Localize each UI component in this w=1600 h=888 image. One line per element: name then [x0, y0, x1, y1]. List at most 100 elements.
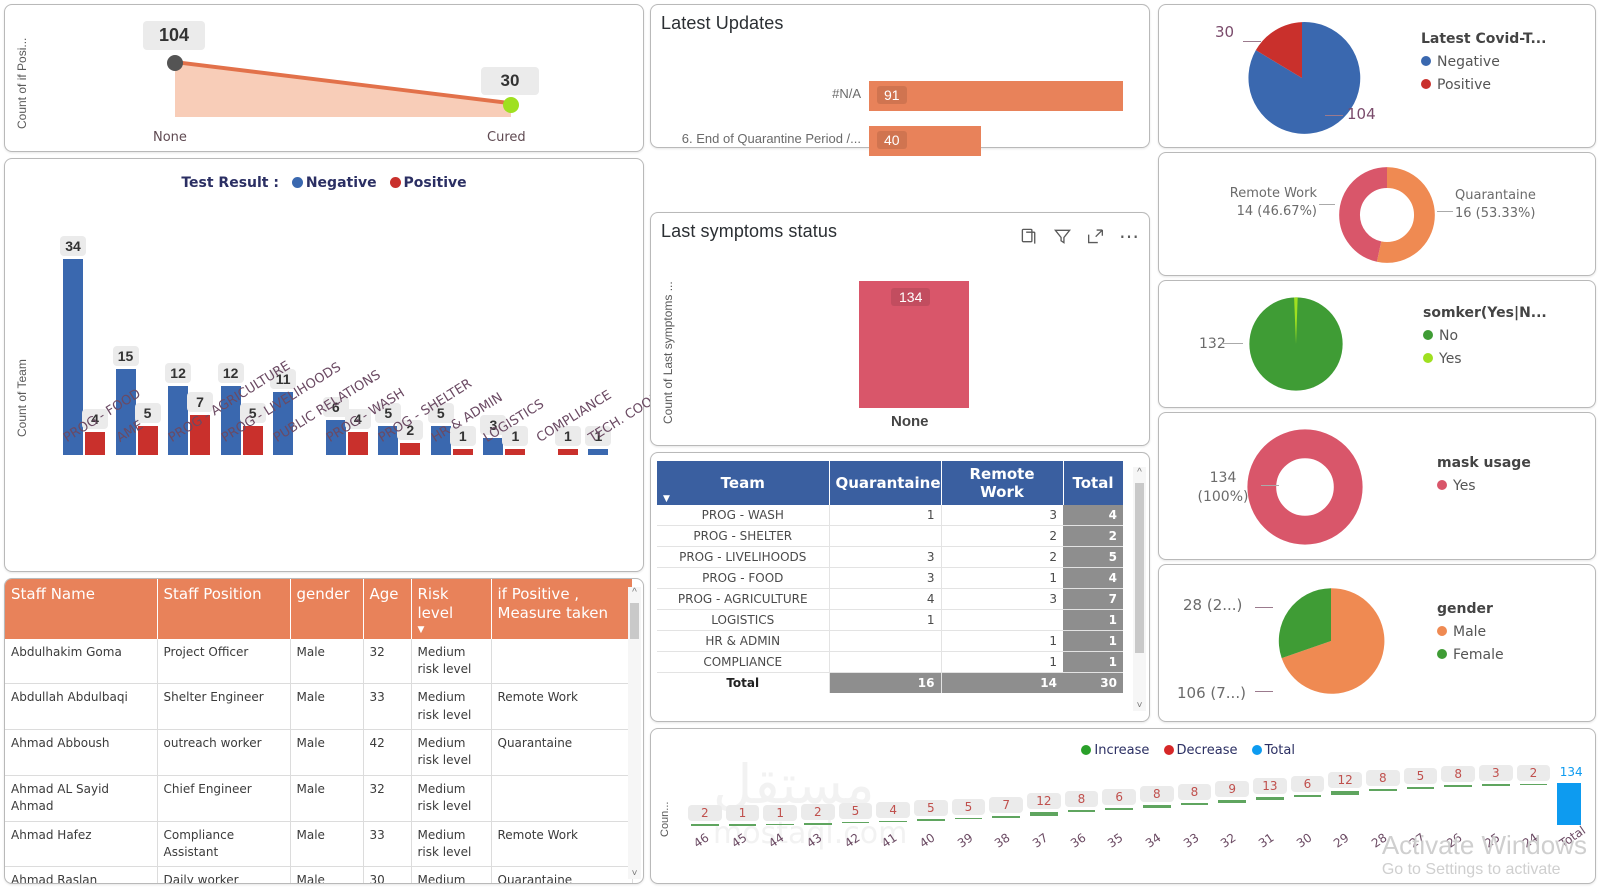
staff-table-body[interactable]: Abdulhakim Goma Project Officer Male 32 Medi… [5, 638, 633, 883]
last-symptoms-card[interactable]: Last symptoms status ⋯ Count of Last sym… [650, 212, 1150, 446]
table-row[interactable]: Abdullah Abdulbaqi Shelter Engineer Male 33… [5, 683, 633, 731]
team-measure-matrix-card[interactable]: Team ▼ Quarantaine Remote Work Total PROG - … [650, 452, 1150, 722]
latest-updates-bar-0[interactable]: 91 [869, 81, 1123, 111]
table-row[interactable]: Ahmad RaslanDaily workerMale30Medium ris… [5, 866, 633, 883]
team-measure-matrix[interactable]: Team ▼ Quarantaine Remote Work Total PROG - … [657, 461, 1124, 693]
legend-item-mask-yes[interactable]: Yes [1437, 478, 1531, 494]
legend-item-male[interactable]: Male [1437, 624, 1504, 640]
waterfall-increase-bar[interactable] [1180, 803, 1209, 806]
waterfall-increase-bar[interactable] [728, 824, 757, 826]
waterfall-increase-bar[interactable] [1482, 784, 1510, 786]
matrix-scroll-up-arrow-icon[interactable]: ^ [1135, 467, 1144, 478]
staff-table[interactable]: Staff Name Staff Position gender Age Risk le… [5, 579, 633, 883]
gender-pie-chart[interactable] [1271, 581, 1391, 701]
table-row[interactable]: COMPLIANCE 1 1 [657, 651, 1123, 673]
table-row[interactable]: PROG - FOOD 3 1 4 [657, 567, 1123, 589]
waterfall-increase-bar[interactable] [1369, 788, 1397, 792]
waterfall-increase-bar[interactable] [841, 821, 870, 824]
table-row[interactable]: PROG - SHELTER 2 2 [657, 525, 1123, 547]
waterfall-increase-bar[interactable] [1519, 783, 1548, 786]
mask-usage-donut-card[interactable]: 134 (100%) mask usage Yes [1158, 412, 1596, 560]
covid-test-pie-chart[interactable] [1237, 13, 1367, 143]
daily-waterfall-card[interactable]: Increase Decrease Total Coun... مستقل mo… [650, 728, 1596, 884]
matrix-column-header[interactable]: Team ▼ [657, 461, 830, 505]
last-symptoms-bar[interactable]: 134 [859, 281, 969, 408]
table-row[interactable]: Ahmad Hafez Compliance Assistant Male 33 Med… [5, 821, 633, 868]
mask-usage-donut-chart[interactable] [1245, 427, 1365, 547]
waterfall-increase-bar[interactable] [1406, 787, 1435, 789]
staff-table-column-header[interactable]: gender [290, 579, 364, 639]
matrix-column-header[interactable]: Remote Work [941, 461, 1064, 505]
staff-table-card[interactable]: Staff Name Staff Position gender Age Risk le… [4, 578, 644, 884]
staff-table-column-header[interactable]: if Positive , Measure taken [491, 579, 633, 639]
team-test-result-column-card[interactable]: Test Result : Negative Positive Count of… [4, 158, 676, 572]
legend-item-yes[interactable]: Yes [1423, 351, 1547, 367]
waterfall-increase-bar[interactable] [1218, 800, 1246, 804]
staff-table-column-header[interactable]: Risk level ▼ [411, 579, 492, 639]
filter-icon[interactable] [1053, 227, 1072, 246]
waterfall-increase-bar[interactable] [1030, 811, 1058, 816]
copy-icon[interactable] [1020, 227, 1039, 246]
waterfall-increase-bar[interactable] [917, 819, 945, 821]
staff-table-column-header[interactable]: Staff Position [157, 579, 291, 639]
matrix-scrollbar-thumb[interactable] [1135, 483, 1144, 653]
matrix-body[interactable]: PROG - WASH 1 3 4 PROG - SHELTER 2 2 PROG - LIV… [657, 505, 1123, 693]
legend-item-negative[interactable]: Negative [1421, 54, 1546, 70]
table-row[interactable]: HR & ADMIN 1 1 [657, 630, 1123, 652]
scrollbar-thumb[interactable] [630, 603, 639, 639]
matrix-column-header[interactable]: Total [1063, 461, 1124, 505]
matrix-column-header[interactable]: Quarantaine [829, 461, 942, 505]
latest-updates-card[interactable]: Latest Updates #N/A 91 6. End of Quarant… [650, 4, 1150, 156]
waterfall-increase-bar[interactable] [1067, 809, 1096, 812]
smoker-pie-chart[interactable] [1243, 291, 1349, 397]
waterfall-increase-bar[interactable] [766, 823, 794, 826]
legend-item-no[interactable]: No [1423, 328, 1547, 344]
scroll-down-arrow-icon[interactable]: ˅ [630, 868, 639, 879]
waterfall-total-bar[interactable] [1557, 783, 1582, 825]
latest-updates-row-1[interactable]: 6. End of Quarantine Period /... 40 [651, 126, 1149, 156]
legend-item-positive[interactable]: Positive [1421, 77, 1546, 93]
waterfall-increase-bar[interactable] [1256, 796, 1284, 801]
matrix-cell: 1 [1063, 630, 1123, 652]
covid-test-pie-card[interactable]: 30 104 Latest Covid-T... Negative Positi… [1158, 4, 1596, 148]
table-row[interactable]: PROG - AGRICULTURE 4 3 7 [657, 588, 1123, 610]
staff-table-column-header[interactable]: Age [363, 579, 412, 639]
table-row[interactable]: LOGISTICS 1 1 [657, 609, 1123, 631]
more-options-icon[interactable]: ⋯ [1119, 227, 1139, 247]
table-row[interactable]: Ahmad AL Sayid Ahmad Chief Engineer Male 32… [5, 775, 633, 822]
waterfall-increase-bar[interactable] [1444, 785, 1472, 788]
matrix-header-row[interactable]: Team ▼ Quarantaine Remote Work Total [657, 461, 1124, 505]
focus-mode-icon[interactable] [1086, 227, 1105, 246]
staff-table-column-header[interactable]: Staff Name [5, 579, 158, 639]
staff-table-cell: 42 [363, 729, 412, 776]
waterfall-increase-bar[interactable] [804, 823, 832, 825]
legend-item-female[interactable]: Female [1437, 647, 1504, 663]
measure-taken-donut-chart[interactable] [1335, 163, 1439, 267]
waterfall-increase-bar[interactable] [992, 815, 1020, 818]
sort-descending-icon[interactable]: ▼ [663, 494, 670, 504]
staff-table-scrollbar[interactable]: ^ ˅ [628, 587, 641, 879]
latest-updates-row-0[interactable]: #N/A 91 [651, 81, 1149, 111]
sort-descending-icon[interactable]: ▼ [418, 625, 485, 635]
table-row[interactable]: Abdulhakim Goma Project Officer Male 32 Medi… [5, 638, 633, 685]
waterfall-increase-bar[interactable] [879, 820, 907, 823]
staff-table-header-row[interactable]: Staff Name Staff Position gender Age Risk le… [5, 579, 633, 639]
waterfall-increase-bar[interactable] [1293, 794, 1322, 797]
waterfall-increase-bar[interactable] [954, 817, 983, 820]
matrix-scroll-down-arrow-icon[interactable]: ˅ [1135, 700, 1144, 711]
table-row[interactable]: Ahmad Abboush outreach worker Male 42 Medium… [5, 729, 633, 776]
waterfall-increase-bar[interactable] [691, 824, 719, 826]
waterfall-increase-bar[interactable] [1331, 791, 1359, 795]
table-row[interactable]: PROG - WASH 1 3 4 [657, 505, 1123, 526]
smoker-pie-card[interactable]: 132 somker(Yes|N... No Yes [1158, 280, 1596, 408]
latest-updates-bar-1[interactable]: 40 [869, 126, 981, 156]
waterfall-increase-bar[interactable] [1105, 807, 1133, 810]
scroll-up-arrow-icon[interactable]: ^ [630, 587, 639, 598]
matrix-scrollbar[interactable]: ^ ˅ [1133, 467, 1146, 711]
measure-taken-donut-card[interactable]: Remote Work 14 (46.67%) Quarantaine 16 (… [1158, 152, 1596, 276]
visual-header-icons[interactable]: ⋯ [1020, 227, 1139, 247]
table-row[interactable]: PROG - LIVELIHOODS 3 2 5 [657, 546, 1123, 568]
covid-status-line-card[interactable]: Count of if Posi... 104 30 None Cured [4, 4, 644, 152]
waterfall-increase-bar[interactable] [1143, 805, 1171, 808]
gender-pie-card[interactable]: 28 (2...) 106 (7...) gender Male Female [1158, 564, 1596, 722]
